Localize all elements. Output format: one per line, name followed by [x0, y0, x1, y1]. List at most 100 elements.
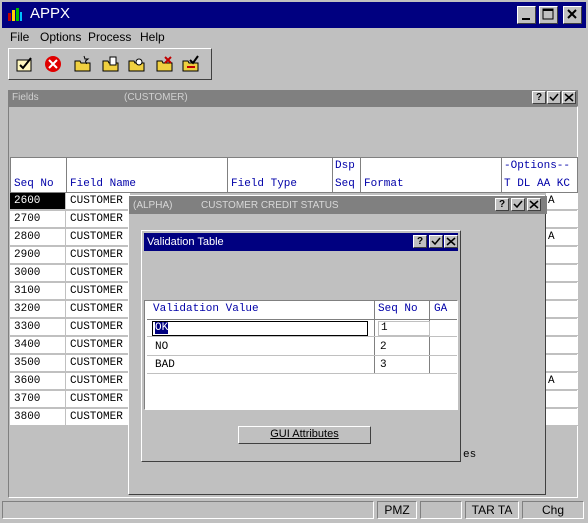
row-field-name[interactable]: CUSTOMER — [66, 409, 130, 426]
fields-window-title-bar[interactable]: Fields (CUSTOMER) ? — [8, 90, 578, 106]
validation-seq-text: 2 — [380, 341, 387, 353]
validation-title: Validation Table — [147, 236, 224, 248]
close-icon[interactable] — [562, 91, 576, 104]
minimize-icon[interactable] — [517, 6, 536, 24]
row-seq-no[interactable]: 3400 — [10, 337, 65, 354]
row-seq-no[interactable]: 2700 — [10, 211, 65, 228]
validation-grid: Validation Value Seq No GA OK 1 NO 2 BAD… — [144, 300, 458, 410]
row-field-name[interactable]: CUSTOMER — [66, 211, 130, 228]
validation-value-text: OK — [155, 322, 169, 334]
menu-process[interactable]: Process — [88, 30, 131, 44]
credit-window-title: CUSTOMER CREDIT STATUS — [201, 200, 339, 211]
row-seq-no[interactable]: 2900 — [10, 247, 65, 264]
toolbar — [8, 48, 212, 80]
help-icon[interactable]: ? — [532, 91, 546, 104]
col-divider — [501, 158, 502, 192]
ok-check-icon[interactable] — [429, 235, 443, 248]
fields-window-title: Fields — [12, 92, 39, 103]
close-icon[interactable] — [444, 235, 458, 248]
maximize-icon[interactable] — [539, 6, 558, 24]
menu-file[interactable]: File — [10, 30, 29, 44]
col-ga: GA — [434, 303, 448, 315]
status-mode: PMZ — [377, 501, 417, 519]
row-option-flag[interactable]: A — [546, 373, 578, 390]
credit-window-title-bar[interactable]: (ALPHA) CUSTOMER CREDIT STATUS ? — [129, 196, 547, 214]
row-field-name[interactable]: CUSTOMER — [66, 247, 130, 264]
gui-attributes-label: GUI Attributes — [270, 428, 339, 440]
row-option-flag[interactable] — [546, 247, 578, 264]
row-option-flag[interactable] — [546, 409, 578, 426]
row-field-name[interactable]: CUSTOMER — [66, 391, 130, 408]
row-seq-no[interactable]: 3300 — [10, 319, 65, 336]
row-field-name[interactable]: CUSTOMER — [66, 229, 130, 246]
validation-value-field[interactable]: OK — [152, 321, 368, 336]
fields-window-context: (CUSTOMER) — [124, 92, 188, 103]
status-blank — [420, 501, 462, 519]
col-field-type: Field Type — [231, 178, 298, 190]
row-seq-no[interactable]: 3100 — [10, 283, 65, 300]
row-seq-no[interactable]: 3000 — [10, 265, 65, 282]
col-dsp: Dsp — [335, 160, 355, 172]
credit-trailing-text: es — [463, 449, 477, 461]
col-seq: Seq — [335, 178, 355, 190]
row-option-flag[interactable] — [546, 337, 578, 354]
validation-value-text: BAD — [155, 359, 175, 371]
col-option-flags: T DL AA KC — [504, 178, 571, 190]
row-field-name[interactable]: CUSTOMER — [66, 193, 130, 210]
help-icon[interactable]: ? — [495, 198, 509, 211]
row-option-flag[interactable] — [546, 301, 578, 318]
menu-bar: File Options Process Help — [2, 28, 586, 46]
row-option-flag[interactable] — [546, 283, 578, 300]
col-validation-value: Validation Value — [153, 303, 259, 315]
cancel-icon[interactable] — [43, 55, 63, 73]
validation-seq-text: 3 — [380, 359, 387, 371]
col-divider — [66, 158, 67, 192]
menu-help[interactable]: Help — [140, 30, 165, 44]
folder-edit-icon[interactable] — [101, 55, 121, 73]
validation-seq-field[interactable]: 1 — [378, 321, 430, 336]
row-option-flag[interactable] — [546, 319, 578, 336]
gui-attributes-button[interactable]: GUI Attributes — [238, 426, 371, 444]
row-option-flag[interactable]: A — [546, 193, 578, 210]
col-divider — [360, 158, 361, 192]
row-seq-no[interactable]: 3200 — [10, 301, 65, 318]
validation-title-bar[interactable]: Validation Table ? — [144, 233, 458, 251]
ok-check-icon[interactable] — [511, 198, 525, 211]
row-option-flag[interactable] — [546, 211, 578, 228]
row-field-name[interactable]: CUSTOMER — [66, 337, 130, 354]
row-seq-no[interactable]: 3600 — [10, 373, 65, 390]
folder-check-icon[interactable] — [181, 55, 201, 73]
folder-new-icon[interactable] — [73, 55, 93, 73]
col-seq-no: Seq No — [14, 178, 54, 190]
app-title-bar[interactable]: APPX — [2, 2, 586, 28]
close-icon[interactable] — [527, 198, 541, 211]
row-seq-no[interactable]: 3700 — [10, 391, 65, 408]
list-item[interactable]: OK 1 — [147, 319, 457, 337]
ok-check-icon[interactable] — [15, 55, 35, 73]
row-field-name[interactable]: CUSTOMER — [66, 373, 130, 390]
col-val-seq-no: Seq No — [378, 303, 418, 315]
folder-search-icon[interactable] — [127, 55, 147, 73]
ok-check-icon[interactable] — [547, 91, 561, 104]
row-seq-no[interactable]: 3500 — [10, 355, 65, 372]
list-item[interactable]: NO 2 — [147, 338, 457, 356]
row-seq-no[interactable]: 3800 — [10, 409, 65, 426]
row-option-flag[interactable] — [546, 355, 578, 372]
status-message — [2, 501, 374, 519]
row-field-name[interactable]: CUSTOMER — [66, 283, 130, 300]
row-option-flag[interactable] — [546, 265, 578, 282]
row-seq-no[interactable]: 2600 — [10, 193, 65, 210]
row-seq-no[interactable]: 2800 — [10, 229, 65, 246]
row-field-name[interactable]: CUSTOMER — [66, 301, 130, 318]
row-field-name[interactable]: CUSTOMER — [66, 265, 130, 282]
row-field-name[interactable]: CUSTOMER — [66, 319, 130, 336]
list-item[interactable]: BAD 3 — [147, 356, 457, 374]
row-option-flag[interactable]: A — [546, 229, 578, 246]
help-icon[interactable]: ? — [413, 235, 427, 248]
credit-window-type: (ALPHA) — [133, 200, 173, 211]
close-icon[interactable] — [563, 6, 582, 24]
row-field-name[interactable]: CUSTOMER — [66, 355, 130, 372]
row-option-flag[interactable] — [546, 391, 578, 408]
folder-delete-icon[interactable] — [155, 55, 175, 73]
menu-options[interactable]: Options — [40, 30, 81, 44]
